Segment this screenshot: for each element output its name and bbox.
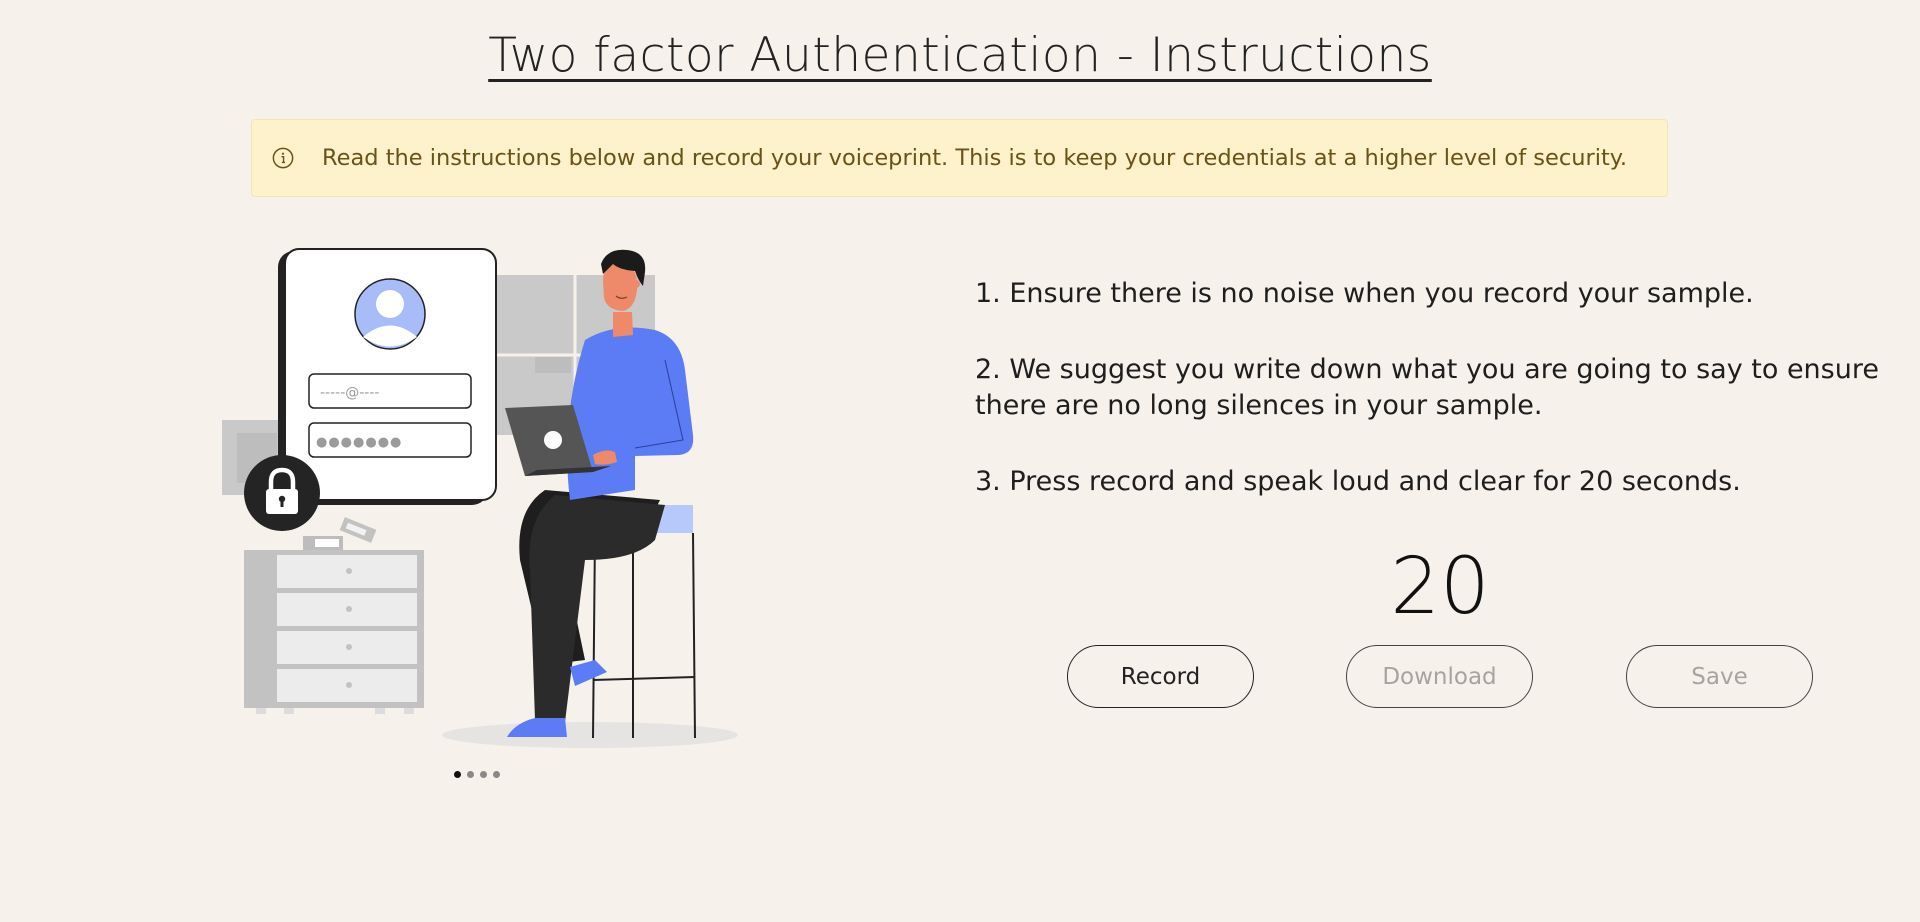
dresser (244, 517, 424, 714)
instructions-list: 1. Ensure there is no noise when you rec… (975, 276, 1905, 540)
password-dots: ●●●●●●● (316, 435, 402, 450)
login-card: -----@---- ●●●●●●● (278, 248, 497, 505)
carousel-indicators (454, 771, 500, 778)
info-alert: Read the instructions below and record y… (251, 119, 1668, 197)
avatar-icon (354, 278, 426, 350)
instruction-item-1: 1. Ensure there is no noise when you rec… (975, 278, 1754, 309)
carousel-dot-3[interactable] (480, 771, 487, 778)
record-button[interactable]: Record (1067, 645, 1254, 708)
save-button[interactable]: Save (1626, 645, 1813, 708)
security-illustration: -----@---- ●●●●●●● (222, 248, 738, 748)
instruction-item-3: 3. Press record and speak loud and clear… (975, 466, 1741, 497)
floor-shadow (442, 722, 738, 748)
email-placeholder: -----@---- (320, 385, 379, 401)
info-circle-icon (272, 147, 294, 169)
countdown-timer: 20 (1390, 542, 1490, 632)
carousel-dot-4[interactable] (493, 771, 500, 778)
download-button[interactable]: Download (1346, 645, 1533, 708)
carousel-dot-2[interactable] (467, 771, 474, 778)
page-title: Two factor Authentication - Instructions (0, 28, 1920, 83)
page-title-text: Two factor Authentication - Instructions (488, 28, 1432, 83)
page: Two factor Authentication - Instructions… (0, 0, 1920, 922)
instruction-item-2: 2. We suggest you write down what you ar… (975, 354, 1879, 421)
lock-icon (244, 455, 320, 531)
alert-message: Read the instructions below and record y… (322, 145, 1628, 171)
carousel-dot-1[interactable] (454, 771, 461, 778)
